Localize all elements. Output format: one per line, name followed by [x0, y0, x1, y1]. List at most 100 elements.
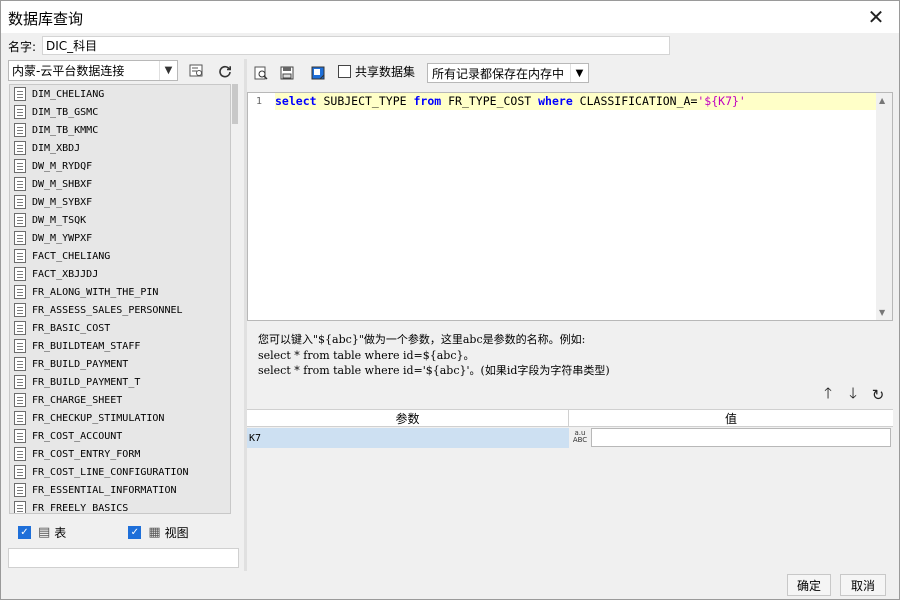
- table-row[interactable]: K7 a.u ABC: [247, 428, 893, 448]
- chevron-down-icon[interactable]: ▼: [570, 64, 588, 82]
- list-item[interactable]: FR_BASIC_COST: [10, 319, 230, 337]
- memory-mode-value: 所有记录都保存在内存中: [432, 66, 565, 81]
- table-list: DIM_CHELIANG DIM_TB_GSMC DIM_TB_KMMC DIM_XB…: [9, 84, 231, 514]
- table-icon: [14, 429, 26, 443]
- parameter-hint: 您可以键入"${abc}"做为一个参数，这里abc是参数的名称。例如: sele…: [258, 332, 858, 379]
- list-item[interactable]: DW_M_TSQK: [10, 211, 230, 229]
- list-item[interactable]: FR_BUILD_PAYMENT_T: [10, 373, 230, 391]
- connection-select-value: 内蒙-云平台数据连接: [12, 64, 125, 78]
- sql-editor[interactable]: 1 select SUBJECT_TYPE from FR_TYPE_COST …: [247, 92, 893, 321]
- image-icon[interactable]: [309, 63, 327, 83]
- table-icon: [14, 177, 26, 191]
- param-value-input[interactable]: [591, 428, 891, 447]
- table-name: FR_ASSESS_SALES_PERSONNEL: [32, 304, 183, 316]
- sql-keyword-from: from: [413, 94, 442, 108]
- table-icon: [14, 465, 26, 479]
- table-name: DW_M_SYBXF: [32, 196, 93, 208]
- list-item[interactable]: DW_M_YWPXF: [10, 229, 230, 247]
- preview-icon[interactable]: [252, 63, 270, 83]
- list-item[interactable]: FR_CHARGE_SHEET: [10, 391, 230, 409]
- list-item[interactable]: FR_COST_LINE_CONFIGURATION: [10, 463, 230, 481]
- connection-select[interactable]: 内蒙-云平台数据连接 ▼: [8, 60, 178, 81]
- param-type-icon[interactable]: a.u ABC: [569, 428, 591, 448]
- list-item[interactable]: DW_M_SYBXF: [10, 193, 230, 211]
- arrow-down-icon[interactable]: 🡓: [845, 383, 861, 408]
- refresh-icon[interactable]: [213, 60, 237, 81]
- table-name: DIM_XBDJ: [32, 142, 81, 154]
- table-name: FR_CHECKUP_STIMULATION: [32, 412, 165, 424]
- table-name: FR_CHARGE_SHEET: [32, 394, 123, 406]
- list-item[interactable]: FR_FREELY_BASICS: [10, 499, 230, 514]
- cancel-button[interactable]: 取消: [840, 574, 886, 596]
- table-icon: [14, 411, 26, 425]
- table-name: FR_ESSENTIAL_INFORMATION: [32, 484, 177, 496]
- list-item[interactable]: DIM_CHELIANG: [10, 85, 230, 103]
- share-dataset-checkbox[interactable]: [338, 65, 351, 78]
- share-dataset-label: 共享数据集: [355, 65, 416, 79]
- list-item[interactable]: DIM_TB_GSMC: [10, 103, 230, 121]
- list-item[interactable]: FR_ALONG_WITH_THE_PIN: [10, 283, 230, 301]
- edit-connection-icon[interactable]: [184, 60, 208, 81]
- query-dialog: 数据库查询 ✕ 名字: 内蒙-云平台数据连接 ▼ DIM_CHELIANGDIM…: [0, 0, 900, 600]
- scroll-down-icon[interactable]: ▼: [879, 308, 885, 317]
- column-header-param: 参数: [247, 410, 569, 426]
- refresh-icon[interactable]: ↻: [870, 386, 886, 404]
- sql-table: FR_TYPE_COST: [441, 94, 539, 108]
- title-bar: 数据库查询 ✕: [1, 1, 899, 33]
- sql-field: SUBJECT_TYPE: [316, 94, 414, 108]
- chevron-down-icon[interactable]: ▼: [159, 61, 177, 80]
- view-filter-checkbox[interactable]: ✓: [128, 525, 142, 539]
- table-icon: [14, 231, 26, 245]
- table-icon: [14, 249, 26, 263]
- close-icon[interactable]: ✕: [853, 1, 899, 33]
- ok-button[interactable]: 确定: [787, 574, 831, 596]
- sql-parameter: '${K7}': [697, 94, 746, 108]
- table-icon: [14, 213, 26, 227]
- share-dataset-toggle[interactable]: 共享数据集: [338, 63, 415, 80]
- table-name: FR_COST_ACCOUNT: [32, 430, 123, 442]
- list-item[interactable]: DW_M_SHBXF: [10, 175, 230, 193]
- editor-scrollbar[interactable]: ▲ ▼: [876, 93, 892, 320]
- list-item[interactable]: FR_ASSESS_SALES_PERSONNEL: [10, 301, 230, 319]
- list-item[interactable]: FR_ESSENTIAL_INFORMATION: [10, 481, 230, 499]
- table-name: FR_ALONG_WITH_THE_PIN: [32, 286, 159, 298]
- sql-condition: CLASSIFICATION_A=: [572, 94, 698, 108]
- table-filter-label: 表: [54, 525, 67, 540]
- table-name: FR_FREELY_BASICS: [32, 502, 129, 514]
- param-name-cell[interactable]: K7: [247, 428, 569, 448]
- arrow-up-icon[interactable]: 🡑: [820, 383, 836, 408]
- name-input[interactable]: [42, 36, 670, 55]
- table-icon: [14, 357, 26, 371]
- list-item[interactable]: DIM_XBDJ: [10, 139, 230, 157]
- list-item[interactable]: DIM_TB_KMMC: [10, 121, 230, 139]
- param-toolbar: 🡑 🡓 ↻: [820, 383, 890, 408]
- list-item[interactable]: FR_CHECKUP_STIMULATION: [10, 409, 230, 427]
- table-search-input[interactable]: [8, 548, 239, 568]
- memory-mode-select[interactable]: 所有记录都保存在内存中 ▼: [427, 63, 589, 83]
- save-icon[interactable]: [278, 63, 296, 83]
- scroll-up-icon[interactable]: ▲: [879, 96, 885, 105]
- list-item[interactable]: FR_BUILDTEAM_STAFF: [10, 337, 230, 355]
- sql-line[interactable]: select SUBJECT_TYPE from FR_TYPE_COST wh…: [275, 93, 877, 110]
- list-item[interactable]: FR_BUILD_PAYMENT: [10, 355, 230, 373]
- table-icon: [14, 501, 26, 513]
- hint-line: select * from table where id=${abc}。: [258, 348, 475, 362]
- table-icon: [14, 195, 26, 209]
- list-item[interactable]: FACT_XBJJDJ: [10, 265, 230, 283]
- table-name: FACT_CHELIANG: [32, 250, 111, 262]
- list-item[interactable]: FR_COST_ACCOUNT: [10, 427, 230, 445]
- list-item[interactable]: DW_M_RYDQF: [10, 157, 230, 175]
- table-icon: [14, 87, 26, 101]
- sql-keyword-select: select: [275, 94, 317, 108]
- table-name: FR_BUILDTEAM_STAFF: [32, 340, 141, 352]
- list-item[interactable]: FACT_CHELIANG: [10, 247, 230, 265]
- list-item[interactable]: FR_COST_ENTRY_FORM: [10, 445, 230, 463]
- table-list-scrollbar[interactable]: [231, 84, 239, 514]
- table-name: FR_COST_LINE_CONFIGURATION: [32, 466, 189, 478]
- right-panel: 共享数据集 所有记录都保存在内存中 ▼ 1 select SUBJECT_TYP…: [246, 59, 894, 571]
- left-panel: 内蒙-云平台数据连接 ▼ DIM_CHELIANG DIM_TB_GSMC DIM_…: [8, 59, 244, 571]
- table-name: FACT_XBJJDJ: [32, 268, 99, 280]
- table-filter-checkbox[interactable]: ✓: [18, 525, 31, 539]
- table-icon: [14, 105, 26, 119]
- table-icon: [14, 393, 26, 407]
